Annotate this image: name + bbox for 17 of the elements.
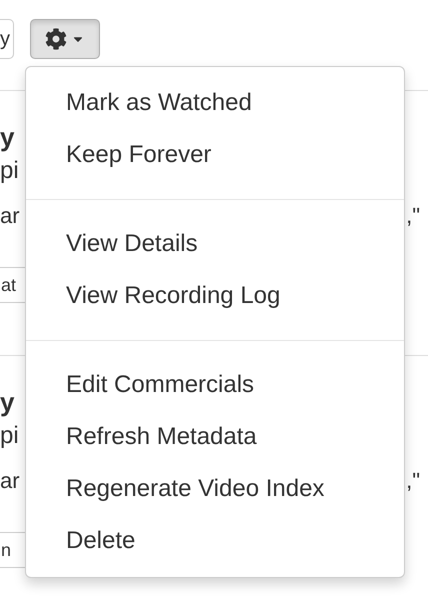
menu-item[interactable]: View Details [26, 218, 404, 270]
partial-button[interactable]: y [0, 19, 14, 59]
menu-item[interactable]: Edit Commercials [26, 359, 404, 411]
menu-item[interactable]: Regenerate Video Index [26, 463, 404, 515]
recording-subtitle: pi [0, 421, 19, 451]
menu-item[interactable]: Keep Forever [26, 129, 404, 181]
settings-icon [45, 28, 67, 50]
recording-description-end: ," [406, 202, 420, 230]
recording-subtitle: pi [0, 156, 19, 186]
recording-title: y [0, 121, 14, 153]
settings-dropdown-button[interactable] [30, 19, 100, 59]
recording-title: y [0, 386, 14, 418]
menu-item[interactable]: Refresh Metadata [26, 411, 404, 463]
recording-description: ar [0, 202, 20, 230]
menu-item[interactable]: Mark as Watched [26, 77, 404, 129]
recording-description: ar [0, 467, 20, 495]
recording-description-end: ," [406, 467, 420, 495]
